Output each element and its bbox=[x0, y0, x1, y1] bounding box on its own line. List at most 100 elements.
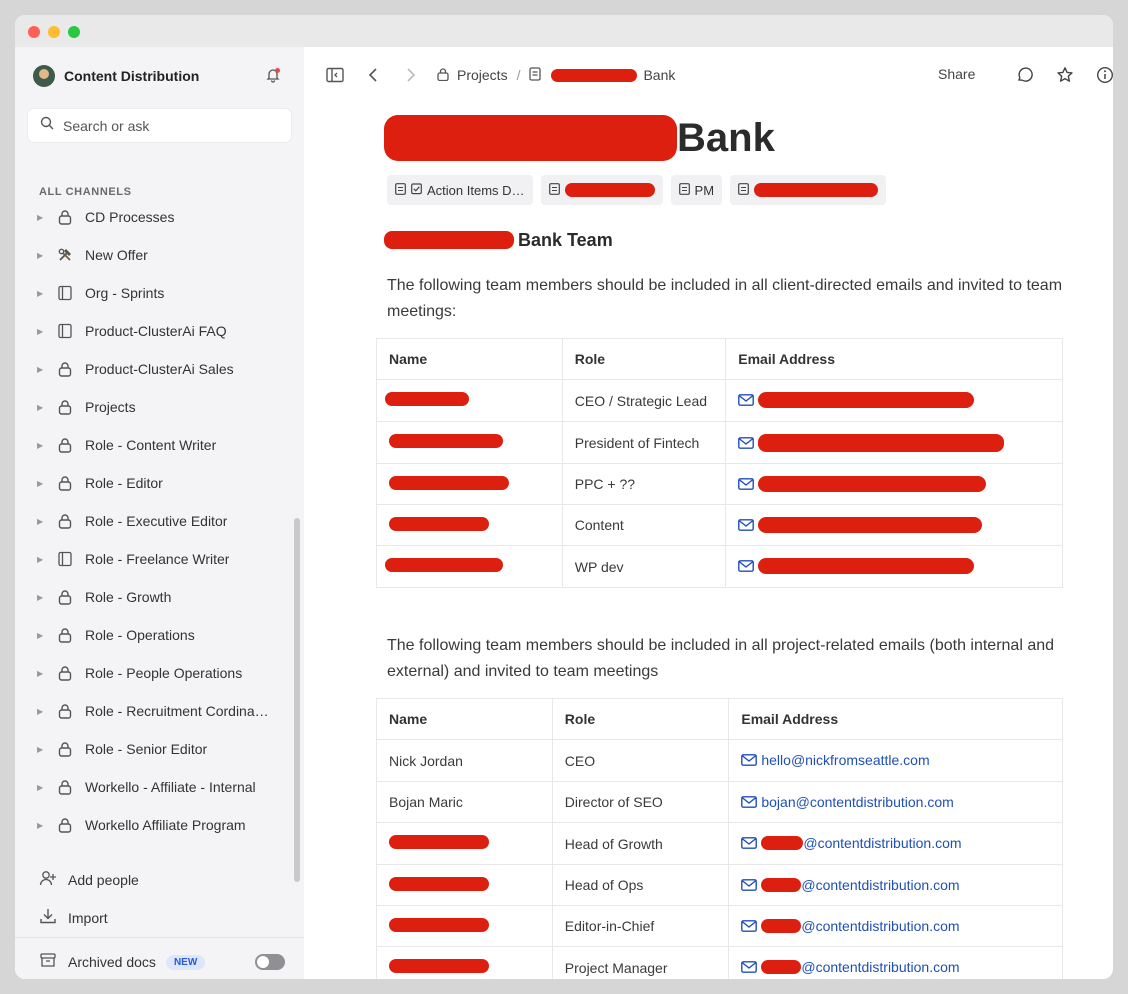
email-address: hello@nickfromseattle.com bbox=[761, 752, 930, 768]
redacted-text bbox=[564, 183, 655, 197]
sidebar-item-role-senior-editor[interactable]: ▶ Role - Senior Editor bbox=[15, 730, 304, 768]
linked-doc-pm[interactable]: PM bbox=[670, 175, 723, 205]
lock-icon bbox=[437, 67, 449, 84]
email-link[interactable] bbox=[738, 558, 975, 574]
chevron-right-icon[interactable]: ▶ bbox=[37, 745, 45, 754]
chevron-right-icon[interactable]: ▶ bbox=[37, 821, 45, 830]
email-link[interactable]: @contentdistribution.com bbox=[741, 918, 960, 934]
sidebar-item-label: Product-ClusterAi Sales bbox=[85, 361, 234, 377]
sidebar-item-new-offer[interactable]: ▶ New Offer bbox=[15, 236, 304, 274]
linked-doc-redacted-1[interactable] bbox=[540, 175, 663, 205]
sidebar-item-clusterai-faq[interactable]: ▶ Product-ClusterAi FAQ bbox=[15, 312, 304, 350]
email-link[interactable]: @contentdistribution.com bbox=[741, 877, 960, 893]
name-cell bbox=[376, 946, 553, 979]
email-link[interactable]: bojan@contentdistribution.com bbox=[741, 794, 954, 810]
sidebar-item-role-people-operations[interactable]: ▶ Role - People Operations bbox=[15, 654, 304, 692]
sidebar-item-workello-affiliate-program[interactable]: ▶ Workello Affiliate Program bbox=[15, 806, 304, 844]
email-link[interactable]: @contentdistribution.com bbox=[741, 835, 962, 851]
breadcrumb-current-doc[interactable]: Bank bbox=[551, 67, 675, 83]
toggle-sidebar-icon[interactable] bbox=[326, 66, 344, 84]
notifications-bell-icon[interactable] bbox=[265, 67, 281, 83]
sidebar-item-role-editor[interactable]: ▶ Role - Editor bbox=[15, 464, 304, 502]
email-cell[interactable]: @contentdistribution.com bbox=[728, 946, 1063, 979]
chevron-right-icon[interactable]: ▶ bbox=[37, 403, 45, 412]
chevron-right-icon[interactable]: ▶ bbox=[37, 783, 45, 792]
redacted-text bbox=[761, 960, 802, 974]
sidebar-item-role-recruitment-coordinator[interactable]: ▶ Role - Recruitment Cordina… bbox=[15, 692, 304, 730]
email-link[interactable] bbox=[738, 433, 1005, 452]
chevron-right-icon[interactable]: ▶ bbox=[37, 517, 45, 526]
sidebar-item-role-executive-editor[interactable]: ▶ Role - Executive Editor bbox=[15, 502, 304, 540]
column-header-role: Role bbox=[561, 338, 727, 380]
email-link[interactable]: hello@nickfromseattle.com bbox=[741, 752, 930, 768]
redacted-text bbox=[389, 959, 489, 973]
forward-arrow-icon[interactable] bbox=[402, 66, 420, 84]
star-icon[interactable] bbox=[1056, 66, 1074, 84]
email-cell[interactable]: @contentdistribution.com bbox=[728, 905, 1063, 947]
comment-icon[interactable] bbox=[1016, 66, 1034, 84]
add-people-button[interactable]: Add people bbox=[39, 870, 139, 890]
info-icon[interactable] bbox=[1096, 66, 1113, 84]
email-cell[interactable]: @contentdistribution.com bbox=[728, 864, 1063, 906]
page-icon bbox=[57, 285, 73, 301]
role-cell: Content bbox=[561, 504, 727, 546]
linked-doc-redacted-2[interactable] bbox=[730, 175, 887, 205]
redacted-text bbox=[385, 392, 469, 406]
sidebar-item-cd-processes[interactable]: ▶ CD Processes bbox=[15, 198, 304, 236]
chevron-right-icon[interactable]: ▶ bbox=[37, 289, 45, 298]
sidebar-item-projects[interactable]: ▶ Projects bbox=[15, 388, 304, 426]
email-cell[interactable] bbox=[725, 545, 1063, 588]
linked-doc-action-items[interactable]: Action Items D… bbox=[387, 175, 533, 205]
email-link[interactable]: @contentdistribution.com bbox=[741, 959, 960, 975]
email-cell[interactable] bbox=[725, 463, 1063, 505]
workspace-switcher[interactable]: Content Distribution bbox=[33, 65, 199, 87]
sidebar-item-role-content-writer[interactable]: ▶ Role - Content Writer bbox=[15, 426, 304, 464]
table-row: Head of Ops @contentdistribution.com bbox=[376, 864, 1063, 906]
archived-docs-button[interactable]: Archived docs NEW bbox=[39, 952, 206, 972]
sidebar-item-org-sprints[interactable]: ▶ Org - Sprints bbox=[15, 274, 304, 312]
email-cell[interactable] bbox=[725, 504, 1063, 546]
chevron-right-icon[interactable]: ▶ bbox=[37, 213, 45, 222]
search-input[interactable]: Search or ask bbox=[28, 109, 291, 142]
search-icon bbox=[40, 116, 54, 135]
breadcrumb-projects[interactable]: Projects bbox=[457, 67, 508, 83]
document-icon bbox=[529, 66, 542, 84]
email-cell[interactable]: hello@nickfromseattle.com bbox=[728, 739, 1063, 782]
redacted-text bbox=[384, 231, 514, 249]
email-cell[interactable]: @contentdistribution.com bbox=[728, 822, 1063, 865]
import-button[interactable]: Import bbox=[39, 908, 108, 928]
chevron-right-icon[interactable]: ▶ bbox=[37, 707, 45, 716]
sidebar-item-role-operations[interactable]: ▶ Role - Operations bbox=[15, 616, 304, 654]
sidebar-item-role-growth[interactable]: ▶ Role - Growth bbox=[15, 578, 304, 616]
sidebar-item-workello-affiliate-internal[interactable]: ▶ Workello - Affiliate - Internal bbox=[15, 768, 304, 806]
email-cell[interactable] bbox=[725, 421, 1063, 464]
table-row: Content bbox=[376, 504, 1063, 546]
email-link[interactable] bbox=[738, 516, 983, 533]
email-cell[interactable]: bojan@contentdistribution.com bbox=[728, 781, 1063, 823]
chevron-right-icon[interactable]: ▶ bbox=[37, 251, 45, 260]
sidebar-item-role-freelance-writer[interactable]: ▶ Role - Freelance Writer bbox=[15, 540, 304, 578]
chevron-right-icon[interactable]: ▶ bbox=[37, 479, 45, 488]
chevron-right-icon[interactable]: ▶ bbox=[37, 555, 45, 564]
archived-docs-toggle[interactable] bbox=[255, 954, 285, 970]
minimize-window-button[interactable] bbox=[48, 26, 60, 38]
chevron-right-icon[interactable]: ▶ bbox=[37, 631, 45, 640]
close-window-button[interactable] bbox=[28, 26, 40, 38]
name-cell bbox=[376, 421, 563, 464]
back-arrow-icon[interactable] bbox=[364, 66, 382, 84]
chevron-right-icon[interactable]: ▶ bbox=[37, 365, 45, 374]
email-link[interactable] bbox=[738, 392, 975, 408]
chevron-right-icon[interactable]: ▶ bbox=[37, 441, 45, 450]
sidebar-scrollbar[interactable] bbox=[294, 518, 300, 882]
email-cell[interactable] bbox=[725, 379, 1063, 422]
chevron-right-icon[interactable]: ▶ bbox=[37, 669, 45, 678]
chevron-right-icon[interactable]: ▶ bbox=[37, 593, 45, 602]
app-window: Content Distribution Search or ask ALL C… bbox=[15, 15, 1113, 979]
chevron-right-icon[interactable]: ▶ bbox=[37, 327, 45, 336]
sidebar-item-clusterai-sales[interactable]: ▶ Product-ClusterAi Sales bbox=[15, 350, 304, 388]
share-button[interactable]: Share bbox=[938, 66, 975, 82]
column-header-name: Name bbox=[376, 698, 553, 740]
sidebar-item-label: Role - Senior Editor bbox=[85, 741, 208, 757]
maximize-window-button[interactable] bbox=[68, 26, 80, 38]
email-link[interactable] bbox=[738, 475, 987, 492]
